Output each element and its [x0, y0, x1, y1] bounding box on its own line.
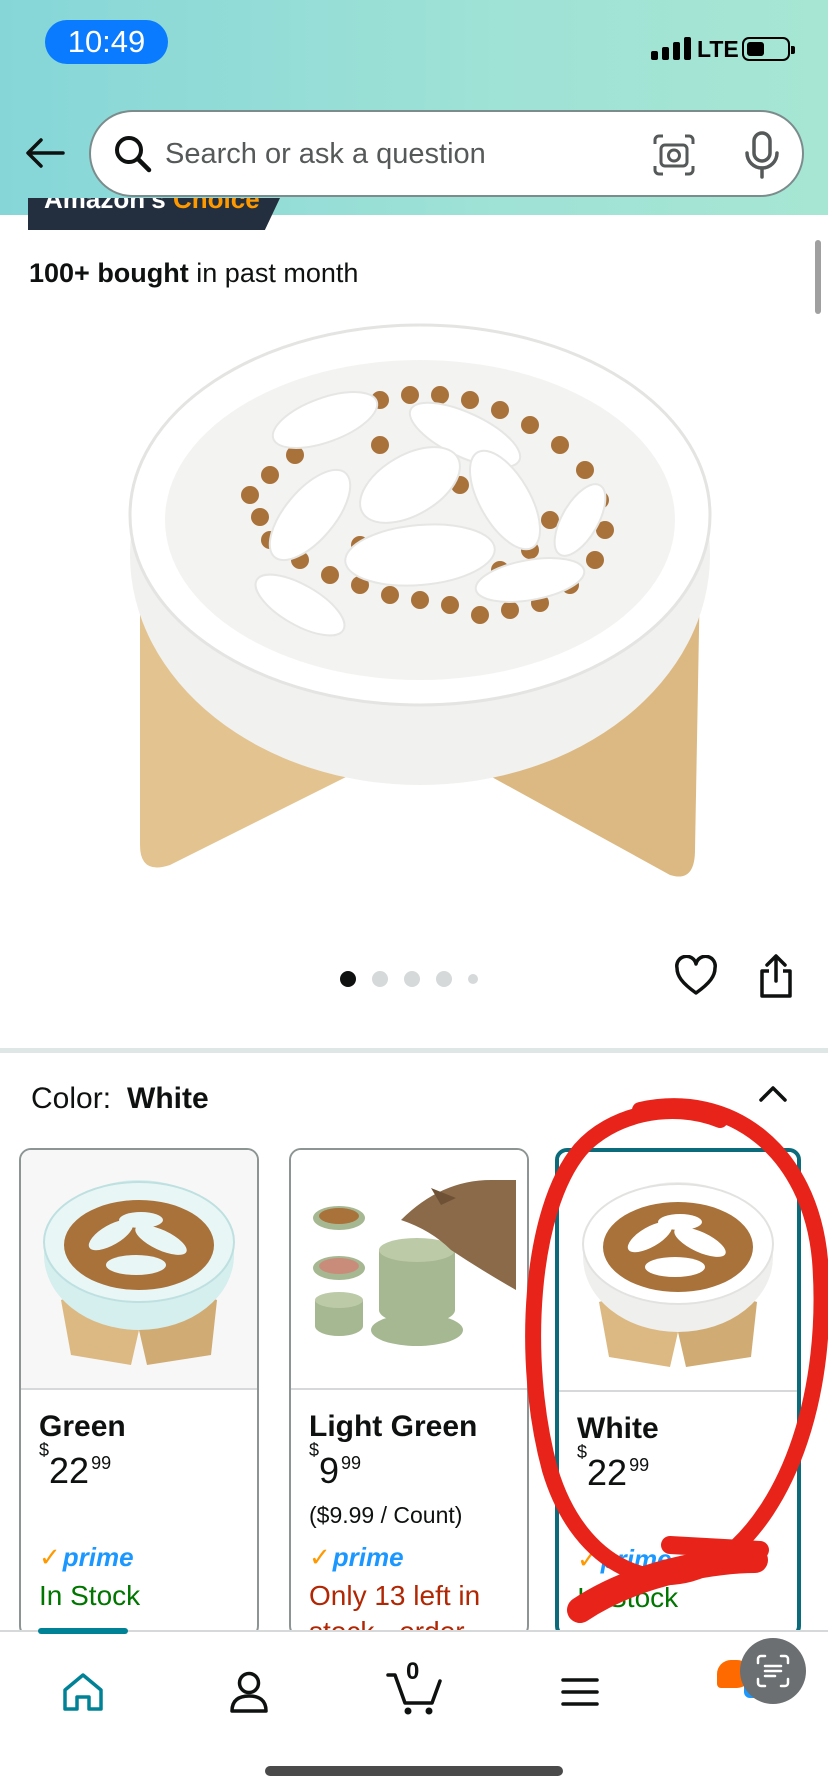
stock-status: In Stock — [577, 1582, 679, 1613]
carousel-dot[interactable] — [468, 974, 478, 984]
badge-prefix: Amazon's — [44, 198, 166, 214]
prime-badge: ✓prime — [577, 1544, 672, 1574]
status-time: 10:49 — [45, 20, 168, 64]
camera-search-icon[interactable] — [651, 132, 697, 178]
badge-choice: Choice — [173, 198, 260, 214]
color-option-price: $22 99 — [39, 1440, 112, 1491]
nav-home[interactable] — [53, 1662, 113, 1722]
color-option-green[interactable]: Green $22 99 ✓prime In Stock — [19, 1148, 259, 1638]
search-bar[interactable]: Search or ask a question — [89, 110, 804, 197]
prime-badge: ✓prime — [309, 1542, 404, 1572]
nav-account[interactable] — [219, 1662, 279, 1722]
home-icon — [63, 1673, 103, 1711]
back-arrow-icon — [26, 138, 65, 168]
stock-status: In Stock — [39, 1580, 141, 1611]
cart-count: 0 — [406, 1658, 420, 1685]
prime-badge: ✓prime — [39, 1542, 134, 1572]
purchase-count-rest: in past month — [188, 258, 359, 288]
color-option-thumbnail — [21, 1150, 257, 1390]
selected-color: White — [127, 1082, 209, 1115]
color-option-price: $22 99 — [577, 1442, 650, 1493]
color-option-light-green[interactable]: Light Green $9 99 ($9.99 / Count) ✓prime … — [289, 1148, 529, 1638]
account-icon — [230, 1671, 268, 1713]
nav-active-indicator — [38, 1628, 128, 1634]
purchase-count: 100+ bought in past month — [29, 258, 358, 289]
color-option-thumbnail — [559, 1152, 797, 1392]
color-option-name: White — [577, 1412, 659, 1445]
purchase-count-bold: 100+ bought — [29, 258, 189, 288]
wishlist-heart-icon[interactable] — [674, 955, 718, 997]
home-indicator[interactable] — [265, 1766, 563, 1776]
unit-price: ($9.99 / Count) — [309, 1502, 463, 1528]
image-carousel-dots[interactable] — [340, 971, 478, 987]
section-divider — [0, 1048, 828, 1053]
stock-status: Only 13 left in stock - order — [309, 1580, 481, 1638]
carousel-dot[interactable] — [436, 971, 452, 987]
chevron-up-icon[interactable] — [755, 1076, 791, 1112]
carousel-dot[interactable] — [340, 971, 356, 987]
scrollbar[interactable] — [815, 240, 821, 314]
nav-cart[interactable]: 0 — [384, 1658, 446, 1722]
live-text-scan-button[interactable] — [740, 1638, 806, 1704]
share-icon[interactable] — [756, 953, 796, 999]
back-button[interactable] — [22, 130, 68, 176]
amazons-choice-badge: Amazon's Choice — [28, 198, 280, 230]
carousel-dot[interactable] — [372, 971, 388, 987]
cellular-signal-icon — [651, 36, 691, 60]
color-label: Color: White — [31, 1082, 209, 1116]
search-icon — [115, 136, 152, 173]
color-option-name: Green — [39, 1410, 126, 1443]
hamburger-menu-icon — [561, 1678, 599, 1706]
microphone-icon[interactable] — [739, 130, 785, 180]
network-type: LTE — [697, 36, 739, 62]
nav-menu[interactable] — [550, 1662, 610, 1722]
color-option-price: $9 99 — [309, 1440, 362, 1491]
search-input[interactable]: Search or ask a question — [165, 138, 486, 171]
status-bar: 10:49 LTE — [0, 0, 828, 90]
battery-icon — [742, 37, 795, 61]
product-image[interactable] — [110, 305, 730, 905]
color-option-name: Light Green — [309, 1410, 478, 1443]
color-option-thumbnail — [291, 1150, 527, 1390]
color-label-text: Color: — [31, 1082, 112, 1115]
scan-text-icon — [756, 1654, 790, 1688]
carousel-dot[interactable] — [404, 971, 420, 987]
app-header: 10:49 LTE Search or ask a question — [0, 0, 828, 215]
color-option-white[interactable]: White $22 99 ✓prime In Stock — [555, 1148, 801, 1638]
